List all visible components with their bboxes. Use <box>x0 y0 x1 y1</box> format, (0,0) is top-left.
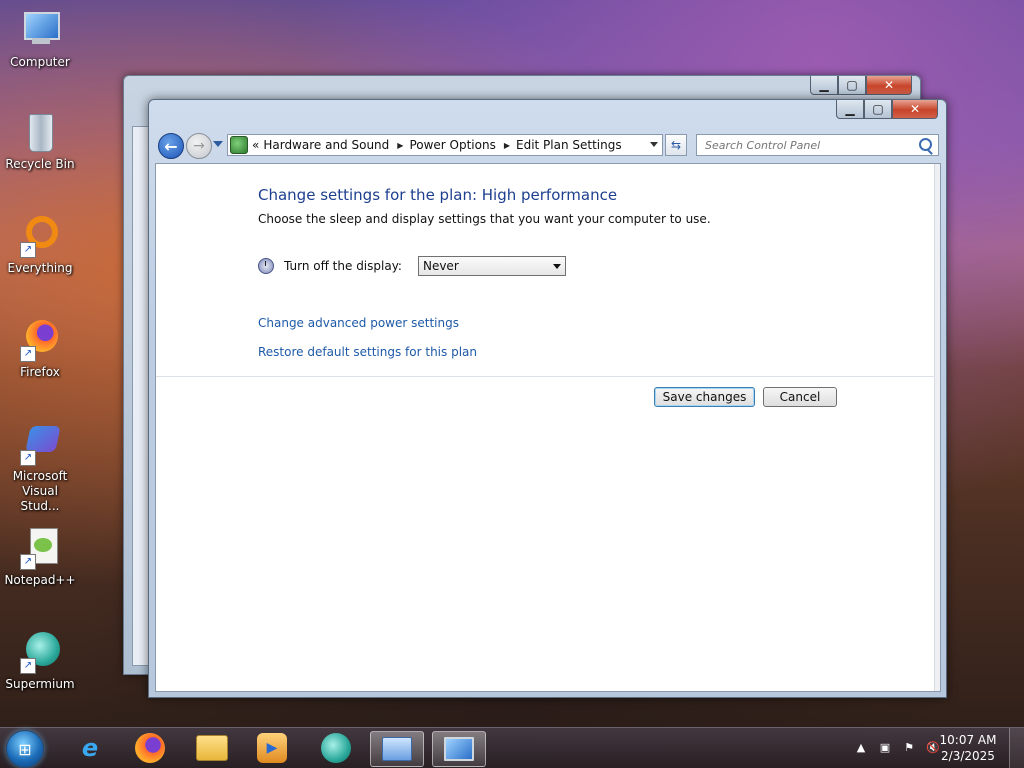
page-title: Change settings for the plan: High perfo… <box>258 186 618 204</box>
turn-off-display-select[interactable]: Never <box>417 256 566 276</box>
search-icon[interactable] <box>919 138 932 151</box>
control-panel-icon <box>230 136 248 154</box>
window-caption-buttons: ▁ ▢ ✕ <box>836 100 938 119</box>
folder-icon <box>196 735 228 761</box>
computer-icon <box>18 8 62 52</box>
content-pane: Change settings for the plan: High perfo… <box>155 163 941 692</box>
internet-explorer-icon: e <box>81 734 99 762</box>
desktop-icon-recycle-bin[interactable]: Recycle Bin <box>4 110 76 172</box>
monitor-icon <box>444 737 474 761</box>
cancel-button[interactable]: Cancel <box>763 387 837 407</box>
desktop-icon-supermium[interactable]: ↗ Supermium <box>4 630 76 692</box>
maximize-icon[interactable]: ▢ <box>838 76 866 95</box>
desktop-icon-label: Microsoft Visual Stud... <box>12 469 68 513</box>
navigation-bar: ← → « Hardware and Sound ▶ Power Options… <box>157 133 940 159</box>
desktop-icon-firefox[interactable]: ↗ Firefox <box>4 318 76 380</box>
taskbar-file-explorer[interactable] <box>186 731 238 765</box>
recycle-bin-icon <box>18 110 62 154</box>
control-panel-icon <box>382 737 412 761</box>
maximize-icon[interactable]: ▢ <box>864 100 892 119</box>
taskbar-internet-explorer[interactable]: e <box>64 731 116 765</box>
network-icon[interactable]: ▣ <box>878 740 892 754</box>
turn-off-display-value: Never <box>422 259 459 273</box>
address-dropdown-icon[interactable] <box>650 142 658 147</box>
visual-studio-icon: ↗ <box>18 422 62 466</box>
breadcrumb-overflow[interactable]: « <box>252 138 259 152</box>
vertical-scrollbar[interactable] <box>934 164 940 691</box>
breadcrumb-separator-icon[interactable]: ▶ <box>397 141 403 150</box>
refresh-button[interactable]: ⇆ <box>665 134 687 156</box>
chevron-down-icon <box>552 263 561 269</box>
search-input[interactable] <box>703 137 917 153</box>
breadcrumb-hardware-and-sound[interactable]: Hardware and Sound <box>263 138 389 152</box>
divider <box>156 376 934 377</box>
show-desktop-button[interactable] <box>1009 728 1024 768</box>
clock-time: 10:07 AM <box>939 733 997 747</box>
desktop-icon-everything[interactable]: ↗ Everything <box>4 214 76 276</box>
minimize-icon[interactable]: ▁ <box>810 76 838 95</box>
taskbar-control-panel[interactable] <box>370 731 424 767</box>
desktop-icon-visual-studio[interactable]: ↗ Microsoft Visual Stud... <box>4 422 76 514</box>
search-box[interactable] <box>696 134 939 156</box>
control-panel-window[interactable]: ▁ ▢ ✕ ← → « Hardware and Sound ▶ Power O… <box>148 99 947 698</box>
system-tray: ▲ ▣ ⚑ 🔇 <box>854 740 940 754</box>
forward-button[interactable]: → <box>186 133 212 159</box>
shortcut-arrow-icon: ↗ <box>20 554 36 570</box>
taskbar-firefox[interactable] <box>124 731 176 765</box>
address-bar[interactable]: « Hardware and Sound ▶ Power Options ▶ E… <box>227 134 663 156</box>
display-timer-icon <box>258 258 274 274</box>
shortcut-arrow-icon: ↗ <box>20 658 36 674</box>
desktop-icon-label: Everything <box>7 261 73 275</box>
breadcrumb-separator-icon[interactable]: ▶ <box>504 141 510 150</box>
desktop-icon-notepad-plus-plus[interactable]: ↗ Notepad++ <box>4 526 76 588</box>
recent-pages-chevron-icon[interactable] <box>213 141 223 147</box>
restore-default-settings-link[interactable]: Restore default settings for this plan <box>258 345 477 359</box>
desktop-icon-label: Recycle Bin <box>5 157 75 171</box>
taskbar-supermium[interactable] <box>310 731 362 765</box>
desktop-icon-computer[interactable]: Computer <box>4 8 76 70</box>
firefox-icon <box>135 733 165 763</box>
firefox-icon: ↗ <box>18 318 62 362</box>
display-setting-label: Turn off the display: <box>284 259 402 273</box>
notepad-plus-plus-icon: ↗ <box>18 526 62 570</box>
start-button[interactable]: ⊞ <box>6 730 44 768</box>
background-window-caption-buttons: ▁ ▢ ✕ <box>810 76 912 95</box>
taskbar-media-player[interactable]: ▶ <box>246 731 298 765</box>
supermium-icon: ↗ <box>18 630 62 674</box>
breadcrumb-power-options[interactable]: Power Options <box>409 138 495 152</box>
close-icon[interactable]: ✕ <box>892 100 938 119</box>
desktop-icon-label: Computer <box>10 55 70 69</box>
display-setting-row: Turn off the display: Never <box>258 256 566 276</box>
desktop-icon-label: Supermium <box>5 677 75 691</box>
save-changes-button[interactable]: Save changes <box>654 387 755 407</box>
clock-date: 2/3/2025 <box>941 749 995 763</box>
close-icon[interactable]: ✕ <box>866 76 912 95</box>
taskbar: ⊞ e ▶ ▲ ▣ ⚑ 🔇 10:07 AM 2/3/2025 <box>0 727 1024 768</box>
page-description: Choose the sleep and display settings th… <box>258 212 711 226</box>
supermium-icon <box>321 733 351 763</box>
desktop-icon-label: Notepad++ <box>4 573 76 587</box>
minimize-icon[interactable]: ▁ <box>836 100 864 119</box>
shortcut-arrow-icon: ↗ <box>20 346 36 362</box>
shortcut-arrow-icon: ↗ <box>20 450 36 466</box>
show-hidden-icons-icon[interactable]: ▲ <box>854 740 868 754</box>
change-advanced-power-settings-link[interactable]: Change advanced power settings <box>258 316 459 330</box>
shortcut-arrow-icon: ↗ <box>20 242 36 258</box>
everything-icon: ↗ <box>18 214 62 258</box>
breadcrumb-edit-plan-settings[interactable]: Edit Plan Settings <box>516 138 622 152</box>
taskbar-power-options[interactable] <box>432 731 486 767</box>
back-button[interactable]: ← <box>158 133 184 159</box>
action-center-flag-icon[interactable]: ⚑ <box>902 740 916 754</box>
taskbar-clock[interactable]: 10:07 AM 2/3/2025 <box>938 732 998 764</box>
media-player-icon: ▶ <box>257 733 287 763</box>
desktop-icon-label: Firefox <box>20 365 60 379</box>
